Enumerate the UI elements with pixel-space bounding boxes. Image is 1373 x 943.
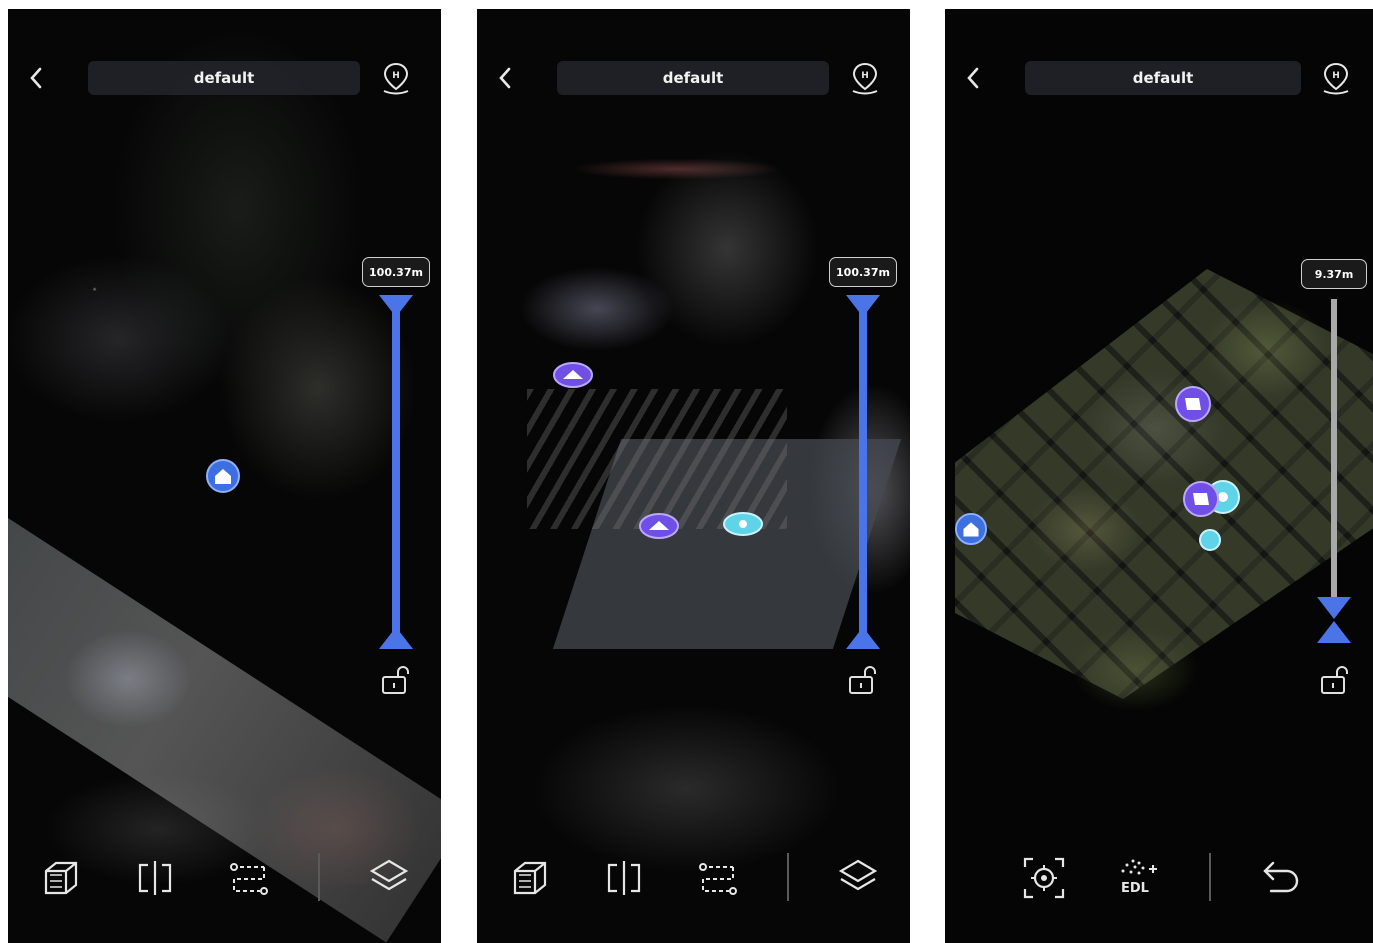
split-view-icon[interactable] <box>132 855 178 901</box>
height-slider[interactable]: 100.37m <box>829 257 909 657</box>
location-pin-icon: H <box>852 62 878 95</box>
edl-label: EDL <box>1121 881 1149 896</box>
home-location-button[interactable]: H <box>848 61 882 95</box>
top-bar: default H <box>945 59 1373 99</box>
height-slider[interactable]: 9.37m <box>1299 259 1373 659</box>
bottom-toolbar <box>8 849 441 905</box>
split-view-icon[interactable] <box>601 855 647 901</box>
back-button[interactable] <box>961 65 987 91</box>
camera-marker[interactable] <box>553 361 593 389</box>
slider-bottom-handle[interactable] <box>846 627 880 649</box>
camera-marker[interactable] <box>639 512 679 540</box>
bottom-toolbar: EDL <box>945 849 1373 905</box>
height-readout: 9.37m <box>1301 259 1367 289</box>
home-location-button[interactable]: H <box>379 61 413 95</box>
photo-marker[interactable] <box>1183 481 1219 517</box>
photo-marker[interactable] <box>1175 386 1211 422</box>
project-title[interactable]: default <box>1025 61 1301 95</box>
bottom-toolbar <box>477 849 910 905</box>
toolbar-divider <box>318 853 320 901</box>
chevron-left-icon <box>967 67 979 89</box>
scan-marker[interactable] <box>1199 529 1221 551</box>
slider-top-handle[interactable] <box>1317 597 1351 619</box>
phone-screen-2: default H 100.37m <box>477 9 910 943</box>
toolbar-divider <box>1209 853 1211 901</box>
cube-icon[interactable] <box>38 855 84 901</box>
slider-top-handle[interactable] <box>379 295 413 317</box>
back-button[interactable] <box>24 65 50 91</box>
layers-icon[interactable] <box>366 855 412 901</box>
svg-text:H: H <box>861 71 869 81</box>
slider-track <box>1331 299 1337 599</box>
project-title[interactable]: default <box>557 61 829 95</box>
location-pin-icon: H <box>383 62 409 95</box>
unlock-icon[interactable] <box>847 665 879 695</box>
path-icon[interactable] <box>226 855 272 901</box>
chevron-left-icon <box>30 67 42 89</box>
scan-marker[interactable] <box>723 511 763 537</box>
slider-track <box>859 307 867 637</box>
undo-icon[interactable] <box>1259 855 1305 901</box>
phone-screen-3: default H 9.37m EDL <box>945 9 1373 943</box>
svg-text:H: H <box>392 71 400 81</box>
layers-icon[interactable] <box>835 855 881 901</box>
toolbar-divider <box>787 853 789 901</box>
slider-top-handle[interactable] <box>846 295 880 317</box>
project-title[interactable]: default <box>88 61 360 95</box>
home-location-button[interactable]: H <box>1319 61 1353 95</box>
path-icon[interactable] <box>695 855 741 901</box>
unlock-icon[interactable] <box>380 665 412 695</box>
cube-icon[interactable] <box>507 855 553 901</box>
slider-track <box>392 307 400 637</box>
phone-screen-1: default H 100.37m <box>8 9 441 943</box>
height-readout: 100.37m <box>829 257 897 287</box>
home-marker[interactable] <box>206 459 240 493</box>
height-readout: 100.37m <box>362 257 430 287</box>
height-slider[interactable]: 100.37m <box>360 257 440 657</box>
top-bar: default H <box>8 59 441 99</box>
top-bar: default H <box>477 59 910 99</box>
back-button[interactable] <box>493 65 519 91</box>
slider-bottom-handle[interactable] <box>379 627 413 649</box>
edl-button[interactable]: EDL <box>1115 855 1161 901</box>
svg-text:H: H <box>1332 71 1340 81</box>
home-marker[interactable] <box>955 513 987 545</box>
slider-bottom-handle[interactable] <box>1317 621 1351 643</box>
target-icon[interactable] <box>1021 855 1067 901</box>
unlock-icon[interactable] <box>1319 665 1351 695</box>
chevron-left-icon <box>499 67 511 89</box>
location-pin-icon: H <box>1323 62 1349 95</box>
